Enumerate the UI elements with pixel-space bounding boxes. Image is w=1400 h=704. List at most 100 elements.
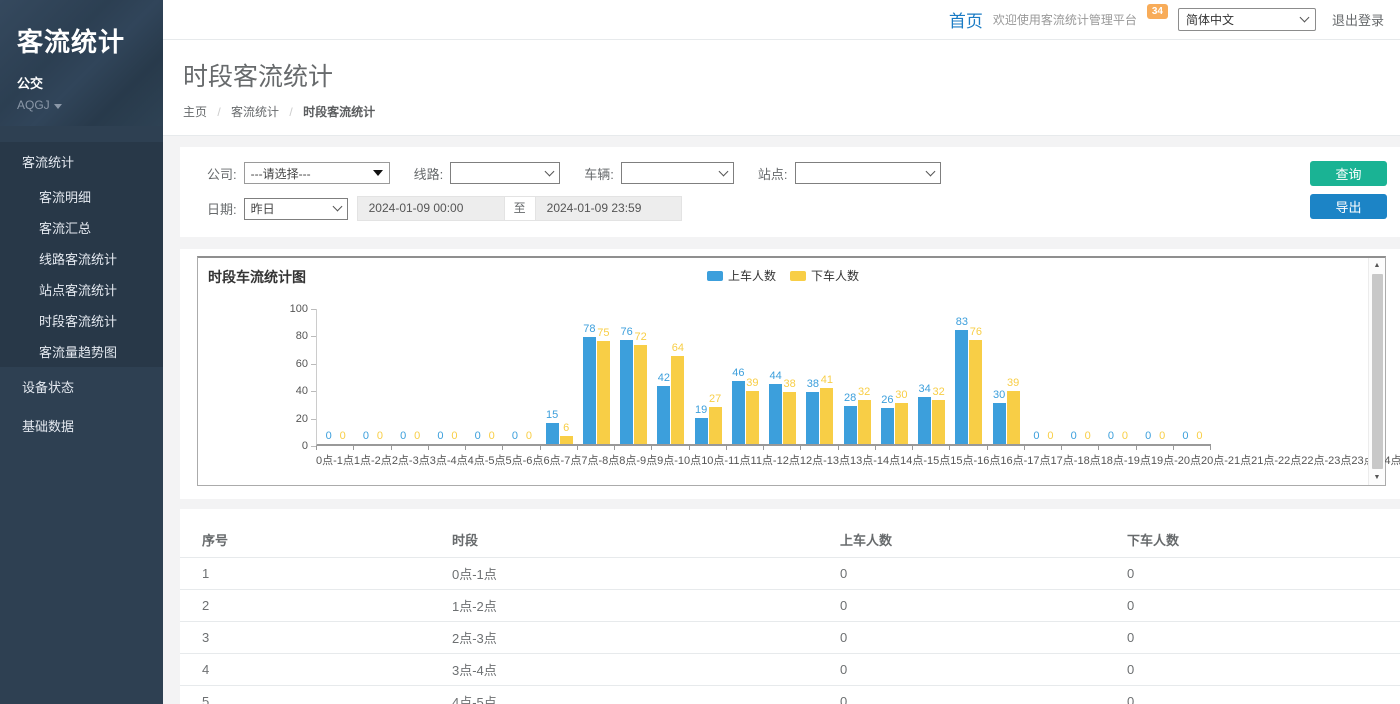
home-link[interactable]: 首页 [949, 7, 983, 32]
bar [732, 381, 745, 444]
bar-value-label: 19 [695, 405, 707, 416]
bar-group: 3039 [988, 309, 1025, 444]
notification-badge[interactable]: 34 [1147, 4, 1168, 19]
date-to-input[interactable]: 2024-01-09 23:59 [535, 196, 682, 221]
bar-value-label: 0 [340, 431, 346, 442]
bar-group: 4264 [652, 309, 689, 444]
line-select[interactable] [450, 162, 560, 184]
y-axis-tick [311, 446, 316, 447]
company-select[interactable]: ---请选择--- [244, 162, 390, 184]
y-axis-tick [311, 391, 316, 392]
bar-value-label: 0 [1033, 431, 1039, 442]
chart-scrollbar[interactable]: ▲ ▼ [1368, 258, 1385, 485]
table-cell: 0点-1点 [430, 558, 818, 590]
table-row: 21点-2点00 [180, 590, 1400, 622]
scroll-down-arrow-icon[interactable]: ▼ [1369, 470, 1385, 485]
vehicle-select[interactable] [621, 162, 734, 184]
sidebar-item-station-stats[interactable]: 站点客流统计 [0, 274, 163, 305]
bar-value-label: 28 [844, 393, 856, 404]
sidebar-item-period-stats[interactable]: 时段客流统计 [0, 305, 163, 336]
date-from-input[interactable]: 2024-01-09 00:00 [357, 196, 505, 221]
breadcrumb-home[interactable]: 主页 [183, 105, 207, 119]
bar-group: 3841 [801, 309, 838, 444]
table-cell: 2 [180, 590, 430, 622]
bar-value-label: 30 [895, 390, 907, 401]
bar-group: 00 [466, 309, 503, 444]
date-preset-select[interactable]: 昨日 [244, 198, 348, 220]
x-axis-label: 20点-21点 [1201, 452, 1251, 468]
bar-value-label: 0 [1159, 431, 1165, 442]
user-name: AQGJ [17, 98, 50, 112]
caret-down-icon [54, 104, 62, 109]
bar [993, 403, 1006, 444]
sidebar-item-passenger-stats[interactable]: 客流统计 [0, 142, 163, 181]
sidebar-item-line-stats[interactable]: 线路客流统计 [0, 243, 163, 274]
x-axis-label: 19点-20点 [1151, 452, 1201, 468]
bar-group: 4639 [727, 309, 764, 444]
sidebar-item-base-data[interactable]: 基础数据 [0, 406, 163, 445]
chart-panel: 时段车流统计图 上车人数下车人数 00000000000015678757672… [180, 249, 1400, 499]
scrollbar-thumb[interactable] [1372, 274, 1383, 469]
x-axis-label: 2点-3点 [392, 452, 430, 468]
table-cell: 0 [818, 590, 1105, 622]
query-button[interactable]: 查询 [1310, 161, 1387, 186]
bar-value-label: 34 [919, 384, 931, 395]
table-cell: 0 [1105, 686, 1400, 704]
x-axis-label: 14点-15点 [900, 452, 950, 468]
table-cell: 0 [818, 558, 1105, 590]
bar-group: 7672 [615, 309, 652, 444]
app-logo: 客流统计 [17, 22, 163, 59]
logout-link[interactable]: 退出登录 [1332, 10, 1384, 29]
bar-value-label: 0 [363, 431, 369, 442]
bar-value-label: 0 [1071, 431, 1077, 442]
bar-value-label: 30 [993, 390, 1005, 401]
dropdown-arrow-icon [373, 170, 383, 176]
table-header-cell: 上车人数 [818, 522, 1105, 558]
bar [858, 400, 871, 444]
sidebar-item-passenger-summary[interactable]: 客流汇总 [0, 212, 163, 243]
station-select[interactable] [795, 162, 941, 184]
bar [671, 356, 684, 444]
bar [620, 340, 633, 444]
bar-value-label: 0 [1196, 431, 1202, 442]
legend-label: 下车人数 [811, 267, 859, 284]
sidebar-item-device-status[interactable]: 设备状态 [0, 367, 163, 406]
legend-item[interactable]: 下车人数 [790, 267, 859, 284]
x-axis-labels: 0点-1点1点-2点2点-3点3点-4点4点-5点5点-6点6点-7点7点-8点… [316, 452, 1211, 468]
export-button[interactable]: 导出 [1310, 194, 1387, 219]
bar-group: 00 [317, 309, 354, 444]
bar-value-label: 83 [956, 317, 968, 328]
table-cell: 4 [180, 654, 430, 686]
bar-group: 3432 [913, 309, 950, 444]
bar [783, 392, 796, 444]
chart-plot-area: 0000000000001567875767242641927463944383… [316, 309, 1211, 446]
x-axis-ticks [316, 446, 1211, 450]
bar-value-label: 41 [821, 375, 833, 386]
table-cell: 0 [818, 654, 1105, 686]
chevron-down-icon [1300, 13, 1310, 23]
sidebar-item-flow-trend[interactable]: 客流量趋势图 [0, 336, 163, 367]
x-axis-label: 15点-16点 [950, 452, 1000, 468]
bar [881, 408, 894, 444]
bar-value-label: 0 [512, 431, 518, 442]
y-axis-tick [311, 309, 316, 310]
legend-item[interactable]: 上车人数 [707, 267, 776, 284]
sidebar-item-passenger-detail[interactable]: 客流明细 [0, 181, 163, 212]
table-cell: 0 [818, 622, 1105, 654]
y-axis-tick [311, 419, 316, 420]
breadcrumb-section[interactable]: 客流统计 [231, 105, 279, 119]
bar [969, 340, 982, 444]
bar [806, 392, 819, 444]
scroll-up-arrow-icon[interactable]: ▲ [1369, 258, 1385, 273]
bar-group: 8376 [950, 309, 987, 444]
table-row: 54点-5点00 [180, 686, 1400, 704]
y-axis-label: 80 [268, 330, 308, 342]
bar-value-label: 46 [732, 368, 744, 379]
x-axis-label: 4点-5点 [468, 452, 506, 468]
table-cell: 0 [1105, 622, 1400, 654]
language-select[interactable]: 简体中文 [1178, 8, 1316, 31]
table-panel: 序号时段上车人数下车人数 10点-1点0021点-2点0032点-3点0043点… [180, 509, 1400, 704]
date-label: 日期: [207, 199, 237, 218]
user-menu[interactable]: AQGJ [17, 98, 163, 112]
bar-value-label: 0 [475, 431, 481, 442]
